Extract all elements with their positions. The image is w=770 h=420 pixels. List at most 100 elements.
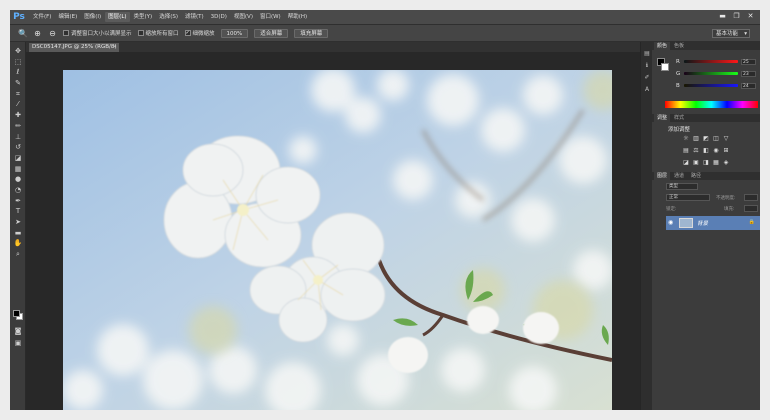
document-tab[interactable]: DSC05147.JPG @ 25% (RGB/8) × xyxy=(29,43,119,52)
blur-tool-icon[interactable]: ● xyxy=(10,174,26,185)
actual-pixels-button[interactable]: 100% xyxy=(220,28,249,38)
menu-3d[interactable]: 3D(D) xyxy=(208,12,230,22)
menu-select[interactable]: 选择(S) xyxy=(156,12,181,22)
minimize-button[interactable]: ▬ xyxy=(717,11,728,21)
tab-paths[interactable]: 路径 xyxy=(688,172,704,180)
tab-color[interactable]: 颜色 xyxy=(654,42,671,50)
lock-icon: 🔒 xyxy=(748,219,755,225)
panel-background-swatch[interactable] xyxy=(661,63,669,71)
eye-visibility-icon[interactable]: ◉ xyxy=(668,219,673,226)
layers-panel: 图层 通道 路径 类型 正常 不透明度: 锁定: 填充: ◉ 背景 🔒 xyxy=(652,172,760,410)
type-tool-icon[interactable]: T xyxy=(10,206,26,217)
color-balance-icon[interactable]: ⚖ xyxy=(692,147,700,155)
red-value[interactable]: 25 xyxy=(741,58,756,65)
red-slider[interactable] xyxy=(684,60,738,63)
eyedropper-tool-icon[interactable]: ⁄ xyxy=(10,99,26,110)
photo-filter-icon[interactable]: ◉ xyxy=(712,147,720,155)
healing-brush-tool-icon[interactable]: ✚ xyxy=(10,110,26,121)
screen-mode-icon[interactable]: ▣ xyxy=(10,338,26,349)
tab-swatches[interactable]: 色板 xyxy=(671,42,687,50)
eraser-tool-icon[interactable]: ◪ xyxy=(10,153,26,164)
clone-stamp-tool-icon[interactable]: ⊥ xyxy=(10,132,26,143)
zoom-out-icon[interactable]: ⊖ xyxy=(48,29,57,38)
menu-layer[interactable]: 图层(L) xyxy=(105,12,130,22)
history-brush-tool-icon[interactable]: ↺ xyxy=(10,142,26,153)
move-tool-icon[interactable]: ✥ xyxy=(10,46,26,57)
adjustments-panel: 调整 样式 添加调整 ☼ ▥ ◩ ◫ ▽ ▤ ⚖ ◧ ◉ ⊞ ◪ ▣ ◨ ▦ ◈ xyxy=(652,114,760,172)
close-button[interactable]: ✕ xyxy=(745,11,756,21)
levels-icon[interactable]: ▥ xyxy=(692,135,700,143)
tab-styles[interactable]: 样式 xyxy=(671,114,687,122)
menu-file[interactable]: 文件(F) xyxy=(30,12,54,22)
scrubby-zoom-label: 细微缩放 xyxy=(192,31,215,37)
quick-select-tool-icon[interactable]: ✎ xyxy=(10,78,26,89)
channel-mixer-icon[interactable]: ⊞ xyxy=(722,147,730,155)
brightness-icon[interactable]: ☼ xyxy=(682,135,690,143)
invert-icon[interactable]: ◪ xyxy=(682,159,690,167)
hue-saturation-icon[interactable]: ▤ xyxy=(682,147,690,155)
menu-edit[interactable]: 编辑(E) xyxy=(55,12,80,22)
blue-value[interactable]: 24 xyxy=(741,82,756,89)
posterize-icon[interactable]: ▣ xyxy=(692,159,700,167)
black-white-icon[interactable]: ◧ xyxy=(702,147,710,155)
layer-name: 背景 xyxy=(697,221,709,227)
threshold-icon[interactable]: ◨ xyxy=(702,159,710,167)
adjustments-title: 添加调整 xyxy=(668,127,691,133)
blue-slider-row: B 24 xyxy=(676,82,760,89)
tab-channels[interactable]: 通道 xyxy=(671,172,687,180)
zoom-tool-icon[interactable]: ⌕ xyxy=(10,249,26,260)
menu-help[interactable]: 帮助(H) xyxy=(285,12,310,22)
zoom-tool-icon[interactable]: 🔍 xyxy=(18,29,28,38)
color-spectrum[interactable] xyxy=(665,101,758,108)
color-panel-tabs: 颜色 色板 xyxy=(652,42,760,50)
menu-window[interactable]: 窗口(W) xyxy=(257,12,284,22)
marquee-tool-icon[interactable]: ⬚ xyxy=(10,57,26,68)
menu-type[interactable]: 类型(Y) xyxy=(131,12,156,22)
zoom-all-checkbox[interactable] xyxy=(137,30,144,36)
close-tab-icon[interactable]: × xyxy=(112,43,117,52)
document-image[interactable] xyxy=(63,70,612,410)
exposure-icon[interactable]: ◫ xyxy=(712,135,720,143)
green-slider[interactable] xyxy=(684,72,738,75)
resize-windows-option[interactable]: 调整窗口大小以满屏显示 xyxy=(63,29,132,37)
gradient-map-icon[interactable]: ▦ xyxy=(712,159,720,167)
hand-tool-icon[interactable]: ✋ xyxy=(10,238,26,249)
blend-mode-select[interactable]: 正常 xyxy=(666,194,710,201)
photoshop-window: Ps 文件(F) 编辑(E) 图像(I) 图层(L) 类型(Y) 选择(S) 滤… xyxy=(10,10,760,410)
layer-kind-filter[interactable]: 类型 xyxy=(666,183,698,190)
menu-view[interactable]: 视图(V) xyxy=(231,12,256,22)
crop-tool-icon[interactable]: ⌗ xyxy=(10,89,26,100)
dodge-tool-icon[interactable]: ◔ xyxy=(10,185,26,196)
foreground-color-swatch[interactable] xyxy=(13,310,20,317)
green-label: G xyxy=(676,70,681,77)
workspace-select[interactable]: 基本功能 ▾ xyxy=(712,29,750,38)
zoom-in-icon[interactable]: ⊕ xyxy=(33,29,42,38)
curves-icon[interactable]: ◩ xyxy=(702,135,710,143)
lasso-tool-icon[interactable]: ℓ xyxy=(10,67,26,78)
green-value[interactable]: 23 xyxy=(741,70,756,77)
gradient-tool-icon[interactable]: ▦ xyxy=(10,164,26,175)
blue-slider[interactable] xyxy=(684,84,738,87)
tab-layers[interactable]: 图层 xyxy=(654,172,671,180)
pen-tool-icon[interactable]: ✒ xyxy=(10,196,26,207)
scrubby-zoom-option[interactable]: ✓ 细微缩放 xyxy=(184,29,215,37)
rectangle-tool-icon[interactable]: ▬ xyxy=(10,228,26,239)
layer-row-background[interactable]: ◉ 背景 🔒 xyxy=(666,216,760,230)
fill-screen-button[interactable]: 填充屏幕 xyxy=(294,28,329,38)
selective-color-icon[interactable]: ◈ xyxy=(722,159,730,167)
scrubby-zoom-checkbox[interactable]: ✓ xyxy=(184,30,191,36)
quick-mask-icon[interactable]: ◙ xyxy=(10,326,26,337)
path-select-tool-icon[interactable]: ➤ xyxy=(10,217,26,228)
menu-filter[interactable]: 滤镜(T) xyxy=(182,12,207,22)
document-tab-bar: DSC05147.JPG @ 25% (RGB/8) × xyxy=(26,42,640,52)
fill-field[interactable] xyxy=(744,205,758,212)
resize-windows-checkbox[interactable] xyxy=(63,30,69,36)
zoom-all-option[interactable]: 缩放所有窗口 xyxy=(137,29,179,37)
brush-tool-icon[interactable]: ✏ xyxy=(10,121,26,132)
opacity-field[interactable] xyxy=(744,194,758,201)
menu-image[interactable]: 图像(I) xyxy=(81,12,104,22)
vibrance-icon[interactable]: ▽ xyxy=(722,135,730,143)
restore-button[interactable]: ❐ xyxy=(731,11,742,21)
fit-screen-button[interactable]: 适合屏幕 xyxy=(254,28,289,38)
tab-adjustments[interactable]: 调整 xyxy=(654,114,671,122)
